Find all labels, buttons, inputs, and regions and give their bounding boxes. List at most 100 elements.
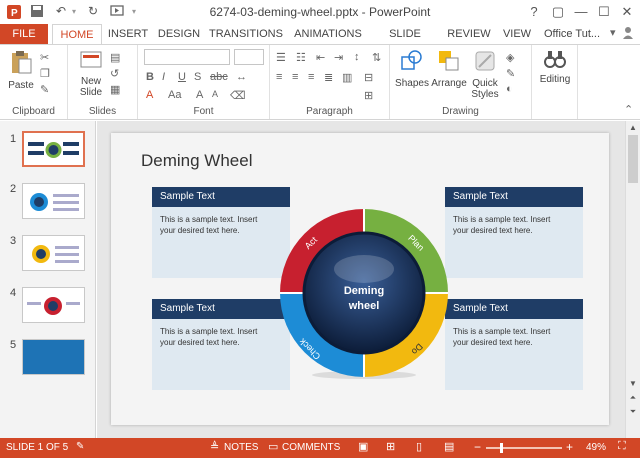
help-icon[interactable]: ?	[523, 2, 545, 22]
shapes-button[interactable]: Shapes	[394, 49, 430, 89]
font-name-combo[interactable]	[144, 49, 230, 65]
slide-thumbnail-1[interactable]	[22, 131, 85, 167]
justify-icon[interactable]: ≣	[324, 71, 333, 84]
zoom-out-button[interactable]: −	[474, 440, 481, 454]
tab-view[interactable]: VIEW	[498, 24, 536, 44]
sample-text-box-top-left[interactable]: Sample Text This is a sample text. Inser…	[152, 187, 290, 278]
shadow-icon[interactable]: S	[194, 71, 201, 83]
align-right-icon[interactable]: ≡	[308, 71, 314, 83]
reset-icon[interactable]: ↺	[110, 67, 119, 80]
reading-view-icon[interactable]: ▯	[416, 440, 422, 453]
section-icon[interactable]: ▦	[110, 83, 120, 96]
account-avatar[interactable]	[622, 26, 634, 42]
align-left-icon[interactable]: ≡	[276, 71, 282, 83]
scrollbar-thumb[interactable]	[628, 135, 638, 183]
close-icon[interactable]: ✕	[616, 2, 638, 22]
slide-show-icon[interactable]: ▤	[444, 440, 454, 453]
tab-file[interactable]: FILE	[0, 24, 48, 44]
spelling-icon[interactable]: ✎	[76, 441, 84, 452]
bold-icon[interactable]: B	[146, 71, 154, 83]
sample-text-line: This is a sample text. Insert	[453, 215, 551, 224]
new-slide-button[interactable]: New Slide	[74, 49, 108, 98]
editing-button[interactable]: Editing	[536, 49, 574, 85]
increase-indent-icon[interactable]: ⇥	[334, 51, 343, 64]
font-size-combo[interactable]	[234, 49, 264, 65]
tab-transitions[interactable]: TRANSITIONS	[208, 24, 284, 44]
line-spacing-icon[interactable]: ↕	[354, 51, 360, 63]
zoom-in-button[interactable]: +	[566, 440, 573, 454]
slide-thumbnail-4[interactable]	[22, 287, 85, 323]
underline-icon[interactable]: U	[178, 71, 186, 83]
quick-styles-icon	[468, 49, 502, 76]
slide-sorter-icon[interactable]: ⊞	[386, 440, 395, 453]
change-case-icon[interactable]: Aa	[168, 89, 181, 101]
decrease-indent-icon[interactable]: ⇤	[316, 51, 325, 64]
sample-text-box-bottom-right[interactable]: Sample Text This is a sample text. Inser…	[445, 299, 583, 390]
scroll-down-icon[interactable]: ▼	[626, 379, 640, 388]
deming-wheel-graphic[interactable]: Deming wheel Act Plan Do Check	[279, 207, 449, 381]
slide-thumbnail-3[interactable]	[22, 235, 85, 271]
comments-button[interactable]: COMMENTS	[282, 442, 340, 453]
fit-to-window-icon[interactable]: ⛶	[618, 440, 626, 453]
align-text-icon[interactable]: ⊟	[364, 71, 373, 84]
sample-text-body: This is a sample text. Insert your desir…	[445, 319, 583, 355]
shape-fill-icon[interactable]: ◈	[506, 51, 514, 64]
vertical-scrollbar[interactable]: ▲ ▼ ⏶ ⏷	[625, 121, 640, 438]
character-spacing-icon[interactable]: ↔	[236, 71, 247, 83]
ribbon-display-options-icon[interactable]: ▢	[547, 2, 569, 22]
slide-thumbnail-2[interactable]	[22, 183, 85, 219]
font-color-icon[interactable]: A	[146, 89, 153, 101]
minimize-icon[interactable]: —	[570, 2, 592, 22]
clear-formatting-icon[interactable]: ⌫	[230, 89, 246, 102]
slide-thumbnail-5[interactable]	[22, 339, 85, 375]
sample-text-box-top-right[interactable]: Sample Text This is a sample text. Inser…	[445, 187, 583, 278]
zoom-slider-track[interactable]	[486, 447, 562, 449]
thumbnail-number: 4	[10, 287, 17, 299]
quick-styles-button[interactable]: Quick Styles	[468, 49, 502, 100]
previous-slide-icon[interactable]: ⏶	[626, 393, 640, 403]
font-label: Font	[193, 106, 214, 117]
shrink-font-icon[interactable]: A	[212, 89, 218, 99]
paste-button[interactable]: Paste	[6, 49, 36, 91]
format-painter-icon[interactable]: ✎	[40, 83, 49, 96]
layout-icon[interactable]: ▤	[110, 51, 120, 64]
columns-icon[interactable]: ▥	[342, 71, 352, 84]
shape-outline-icon[interactable]: ✎	[506, 67, 515, 80]
bullets-icon[interactable]: ☰	[276, 51, 286, 64]
tab-animations[interactable]: ANIMATIONS	[290, 24, 366, 44]
tab-review[interactable]: REVIEW	[444, 24, 494, 44]
collapse-ribbon-icon[interactable]: ⌃	[624, 103, 633, 116]
slide-canvas[interactable]: Deming Wheel Sample Text This is a sampl…	[111, 133, 609, 425]
cut-icon[interactable]: ✂	[40, 51, 49, 64]
paste-icon	[6, 49, 36, 78]
tab-slide-show[interactable]: SLIDE SHOW	[372, 24, 438, 60]
tab-insert[interactable]: INSERT	[106, 24, 150, 44]
sample-text-box-bottom-left[interactable]: Sample Text This is a sample text. Inser…	[152, 299, 290, 390]
copy-icon[interactable]: ❐	[40, 67, 50, 80]
notes-button[interactable]: NOTES	[224, 442, 258, 453]
shape-effects-icon[interactable]: ◐	[506, 83, 513, 95]
next-slide-icon[interactable]: ⏷	[626, 407, 640, 417]
notes-icon[interactable]: ≜	[210, 440, 219, 453]
zoom-level[interactable]: 49%	[586, 442, 606, 453]
tab-design[interactable]: DESIGN	[156, 24, 202, 44]
italic-icon[interactable]: I	[162, 71, 165, 83]
paste-label: Paste	[8, 80, 34, 91]
smartart-icon[interactable]: ⊞	[364, 89, 373, 102]
clipboard-label: Clipboard	[12, 106, 55, 117]
tab-home[interactable]: HOME	[52, 24, 102, 44]
center-icon[interactable]: ≡	[292, 71, 298, 83]
text-direction-icon[interactable]: ⇅	[372, 51, 381, 64]
grow-font-icon[interactable]: A	[196, 89, 203, 101]
slide-title[interactable]: Deming Wheel	[141, 151, 253, 171]
zoom-slider-thumb[interactable]	[500, 443, 503, 453]
account-dropdown-icon[interactable]: ▾	[610, 26, 616, 42]
numbering-icon[interactable]: ☷	[296, 51, 306, 64]
comments-icon[interactable]: ▭	[268, 440, 278, 453]
account-name[interactable]: Office Tut...	[544, 24, 600, 44]
arrange-button[interactable]: Arrange	[430, 49, 468, 89]
normal-view-icon[interactable]: ▣	[358, 440, 368, 453]
strikethrough-icon[interactable]: abc	[210, 71, 228, 83]
scroll-up-icon[interactable]: ▲	[626, 123, 640, 132]
maximize-icon[interactable]: ☐	[593, 2, 615, 22]
